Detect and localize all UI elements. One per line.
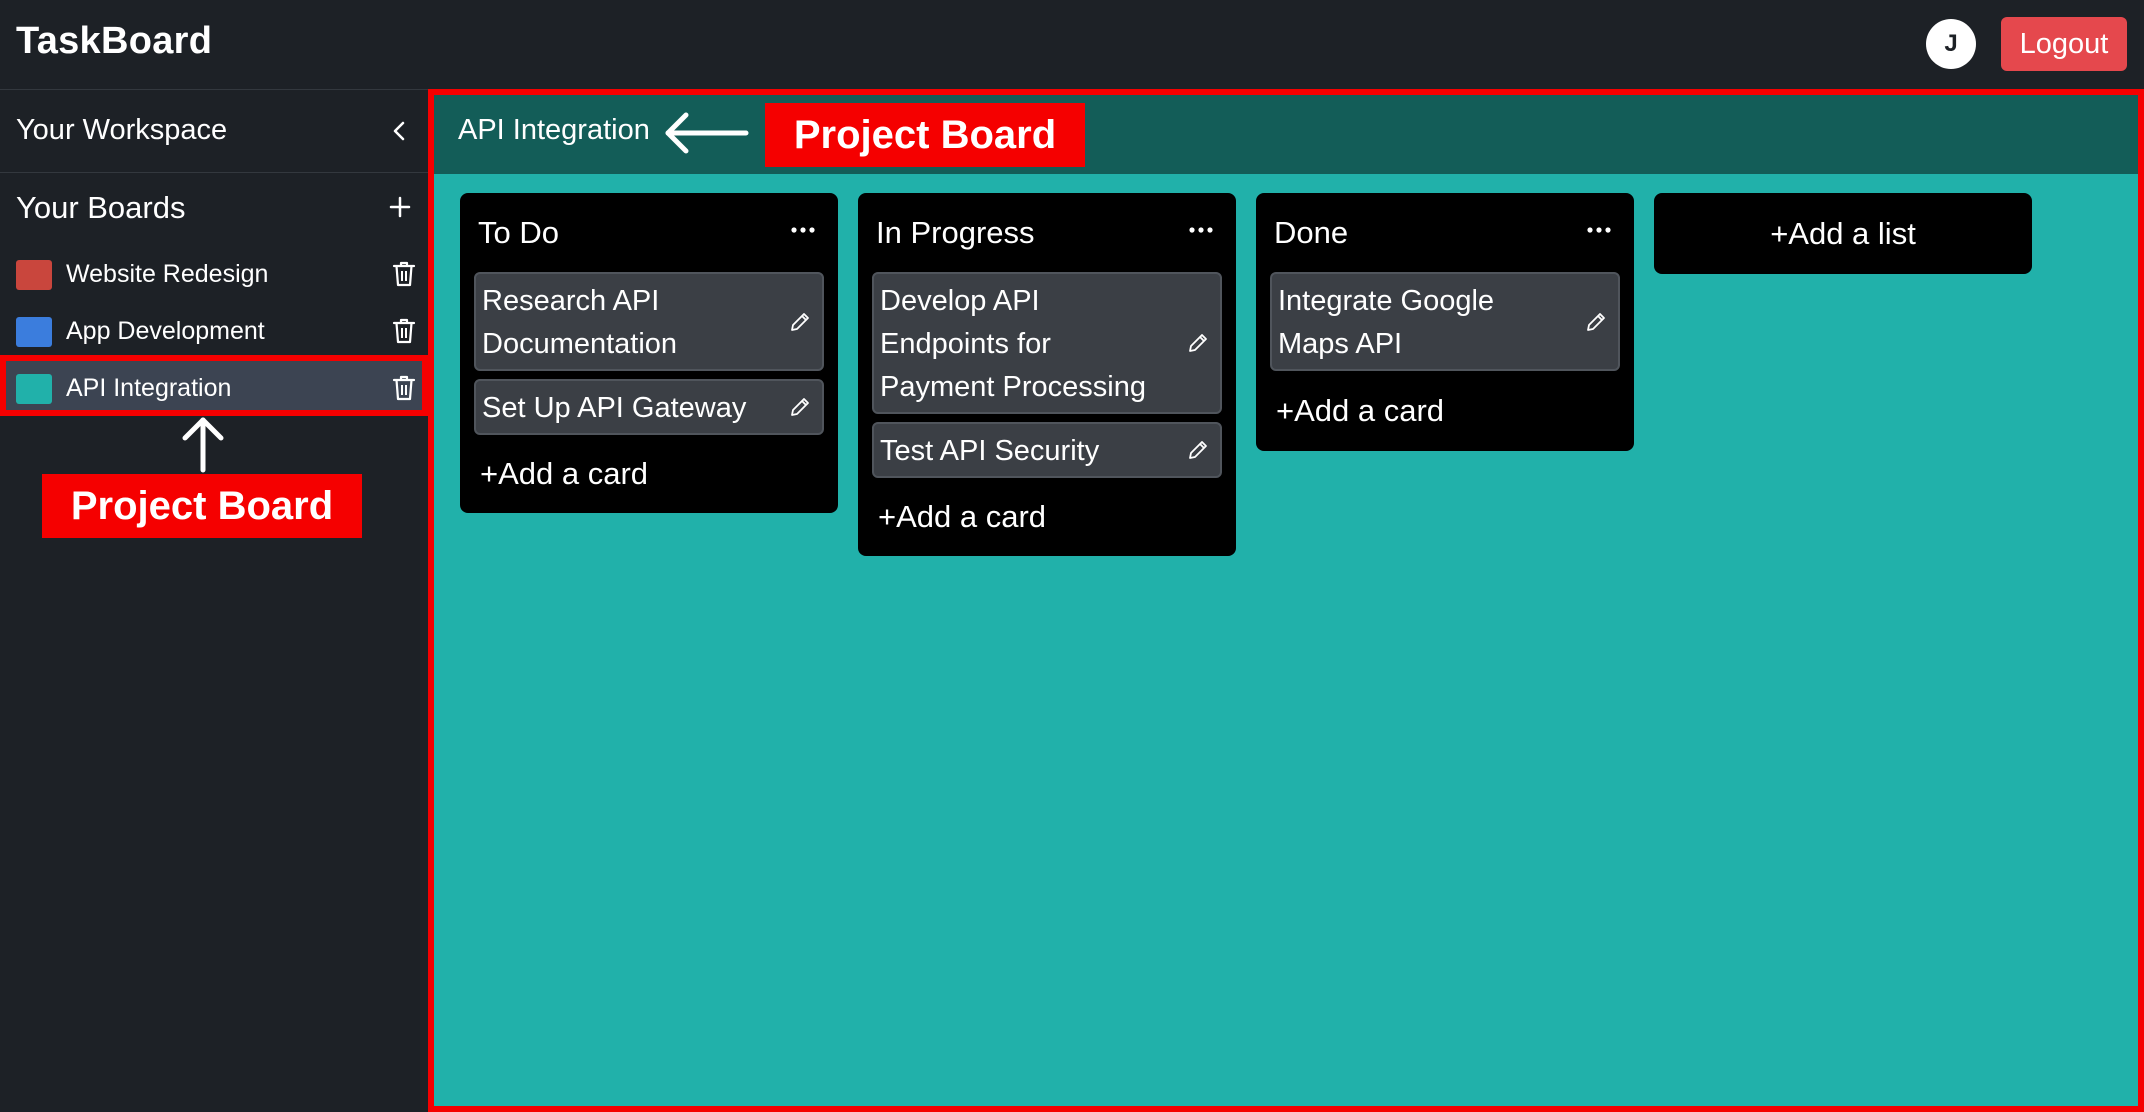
card-title: Set Up API Gateway <box>482 392 747 424</box>
card-title: Integrate Google Maps API <box>1278 285 1495 360</box>
board-color-swatch <box>16 260 52 290</box>
boards-heading: Your Boards <box>16 190 186 225</box>
trash-icon[interactable] <box>392 317 416 345</box>
board-color-swatch <box>16 374 52 404</box>
list-done: Done Integrate Google Maps API +Add a ca… <box>1256 193 1634 451</box>
annotation-label-sidebar: Project Board <box>42 474 362 538</box>
board-label: App Development <box>66 317 265 345</box>
list-to-do: To Do Research API Documentation Set Up … <box>460 193 838 513</box>
plus-icon[interactable] <box>386 193 414 221</box>
ellipsis-icon[interactable] <box>790 226 816 234</box>
app-title: TaskBoard <box>16 20 213 62</box>
board-color-swatch <box>16 317 52 347</box>
sidebar-board-app-development[interactable]: App Development <box>0 304 428 358</box>
list-title: Done <box>1274 215 1349 250</box>
list-title: In Progress <box>876 215 1035 250</box>
sidebar: Your Workspace Your Boards Website Redes… <box>0 90 428 1112</box>
workspace-header: Your Workspace <box>0 90 428 173</box>
trash-icon[interactable] <box>392 374 416 402</box>
add-card-button[interactable]: +Add a card <box>480 456 648 492</box>
card-title: Develop API Endpoints for Payment Proces… <box>880 285 1146 403</box>
board-title: API Integration <box>458 114 650 146</box>
arrow-left-icon <box>665 112 749 154</box>
list-title: To Do <box>478 215 559 250</box>
add-card-button[interactable]: +Add a card <box>878 499 1046 535</box>
trash-icon[interactable] <box>392 260 416 288</box>
ellipsis-icon[interactable] <box>1586 226 1612 234</box>
card[interactable]: Set Up API Gateway <box>474 379 824 435</box>
card-title: Research API Documentation <box>482 285 678 360</box>
card-title: Test API Security <box>880 435 1100 467</box>
user-avatar[interactable]: J <box>1926 19 1976 69</box>
workspace-title: Your Workspace <box>16 114 228 146</box>
annotation-label-board: Project Board <box>765 103 1085 167</box>
add-list-button[interactable]: +Add a list <box>1654 193 2032 274</box>
logout-button[interactable]: Logout <box>2001 17 2127 71</box>
add-card-button[interactable]: +Add a card <box>1276 393 1444 429</box>
board-label: API Integration <box>66 374 232 402</box>
pencil-icon[interactable] <box>1584 310 1608 334</box>
top-bar: TaskBoard J Logout <box>0 0 2144 90</box>
card[interactable]: Integrate Google Maps API <box>1270 272 1620 371</box>
chevron-left-icon[interactable] <box>388 118 410 144</box>
list-in-progress: In Progress Develop API Endpoints for Pa… <box>858 193 1236 556</box>
pencil-icon[interactable] <box>1186 331 1210 355</box>
card[interactable]: Research API Documentation <box>474 272 824 371</box>
ellipsis-icon[interactable] <box>1188 226 1214 234</box>
card[interactable]: Develop API Endpoints for Payment Proces… <box>872 272 1222 414</box>
board-canvas: API Integration To Do Research API Docum… <box>428 90 2144 1112</box>
sidebar-board-api-integration[interactable]: API Integration <box>0 361 428 415</box>
board-label: Website Redesign <box>66 260 269 288</box>
sidebar-board-website-redesign[interactable]: Website Redesign <box>0 247 428 301</box>
arrow-up-icon <box>182 417 224 473</box>
pencil-icon[interactable] <box>788 310 812 334</box>
pencil-icon[interactable] <box>788 395 812 419</box>
pencil-icon[interactable] <box>1186 438 1210 462</box>
card[interactable]: Test API Security <box>872 422 1222 478</box>
